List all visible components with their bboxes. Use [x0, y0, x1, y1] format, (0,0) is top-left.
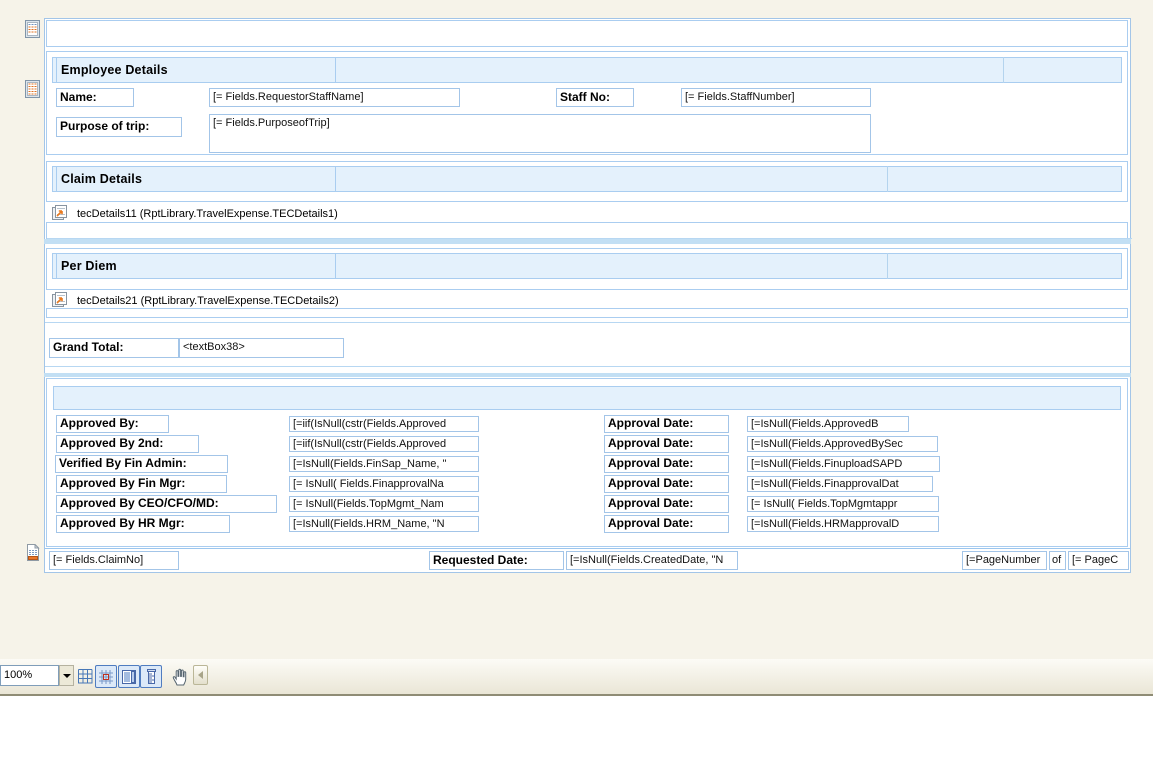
purpose-of-trip-textbox[interactable]: [= Fields.PurposeofTrip] — [209, 114, 871, 153]
report-design-surface: Employee Details Name: [= Fields.Request… — [0, 0, 1153, 659]
approval-date-value[interactable]: [=IsNull(Fields.ApprovedB — [747, 416, 909, 432]
page-footer-section-icon[interactable] — [26, 543, 40, 561]
purpose-of-trip-label[interactable]: Purpose of trip: — [56, 117, 182, 137]
approved-by-2nd-value[interactable]: [=iif(IsNull(cstr(Fields.Approved — [289, 436, 479, 452]
subreport-icon — [52, 292, 69, 308]
claim-subreport-row[interactable]: tecDetails11 (RptLibrary.TravelExpense.T… — [46, 201, 1128, 223]
approval-date-value[interactable]: [=IsNull(Fields.ApprovedBySec — [747, 436, 938, 452]
section-line — [45, 322, 1130, 323]
grand-total-textbox[interactable]: <textBox38> — [179, 338, 344, 358]
zoom-dropdown-button[interactable] — [59, 665, 74, 686]
approval-date-value[interactable]: [=IsNull(Fields.HRMapprovalD — [747, 516, 939, 532]
per-diem-section: Per Diem tecDetails21 (RptLibrary.Travel… — [46, 248, 1128, 318]
approval-date-label[interactable]: Approval Date: — [604, 435, 729, 453]
approved-by-ceo-value[interactable]: [= IsNull(Fields.TopMgmt_Nam — [289, 496, 479, 512]
employee-details-section: Employee Details Name: [= Fields.Request… — [46, 51, 1128, 155]
approved-by-fin-mgr-label[interactable]: Approved By Fin Mgr: — [56, 475, 227, 493]
requested-date-label[interactable]: Requested Date: — [429, 551, 564, 570]
page-header-band[interactable] — [46, 20, 1128, 47]
page-header-section-icon[interactable] — [25, 20, 40, 38]
ruler-icon — [147, 668, 156, 684]
approved-by-hr-mgr-label[interactable]: Approved By HR Mgr: — [56, 515, 230, 533]
per-diem-subreport-caption: tecDetails21 (RptLibrary.TravelExpense.T… — [77, 295, 339, 307]
page-margins-button[interactable] — [118, 665, 140, 688]
report-page: Employee Details Name: [= Fields.Request… — [44, 18, 1132, 573]
approval-section: Approved By: [=iif(IsNull(cstr(Fields.Ap… — [46, 378, 1128, 547]
approval-date-value[interactable]: [=IsNull(Fields.FinuploadSAPD — [747, 456, 940, 472]
employee-details-header[interactable]: Employee Details — [56, 57, 336, 83]
approval-date-value[interactable]: [=IsNull(Fields.FinapprovalDat — [747, 476, 933, 492]
section-separator — [44, 239, 1131, 244]
verified-by-fin-admin-value[interactable]: [=IsNull(Fields.FinSap_Name, " — [289, 456, 479, 472]
name-label[interactable]: Name: — [56, 88, 134, 107]
band-divider — [1003, 57, 1004, 83]
verified-by-fin-admin-label[interactable]: Verified By Fin Admin: — [55, 455, 228, 473]
scroll-left-button[interactable] — [193, 665, 208, 685]
chevron-left-icon — [198, 671, 203, 679]
claim-details-section: Claim Details tecDetails11 (RptLibrary.T… — [46, 161, 1132, 239]
snap-to-grid-icon — [99, 669, 113, 684]
approval-header-band[interactable] — [53, 386, 1121, 410]
page-count-textbox[interactable]: [= PageC — [1068, 551, 1129, 570]
zoom-combobox[interactable]: 100% — [0, 665, 59, 686]
detail-section-icon[interactable] — [25, 80, 40, 98]
designer-toolbar: 100% — [0, 659, 1153, 696]
approval-date-label[interactable]: Approval Date: — [604, 415, 729, 433]
claim-no-textbox[interactable]: [= Fields.ClaimNo] — [49, 551, 179, 570]
chevron-down-icon — [62, 673, 71, 678]
page-number-textbox[interactable]: [=PageNumber — [962, 551, 1047, 570]
per-diem-subreport-row[interactable]: tecDetails21 (RptLibrary.TravelExpense.T… — [46, 289, 1128, 309]
component-tray: TravelExpensesqlDataSource1 tecDetails11… — [0, 698, 1153, 778]
grand-total-label[interactable]: Grand Total: — [49, 338, 179, 358]
staff-no-label[interactable]: Staff No: — [556, 88, 634, 107]
approved-by-label[interactable]: Approved By: — [56, 415, 169, 433]
claim-details-header[interactable]: Claim Details — [56, 166, 336, 192]
per-diem-header[interactable]: Per Diem — [56, 253, 336, 279]
band-divider — [887, 166, 888, 192]
approved-by-fin-mgr-value[interactable]: [= IsNull( Fields.FinapprovalNa — [289, 476, 479, 492]
approved-by-2nd-label[interactable]: Approved By 2nd: — [56, 435, 199, 453]
approval-date-label[interactable]: Approval Date: — [604, 515, 729, 533]
section-separator — [44, 373, 1131, 377]
approved-by-ceo-label[interactable]: Approved By CEO/CFO/MD: — [56, 495, 277, 513]
pan-hand-icon[interactable] — [170, 667, 189, 687]
approval-date-label[interactable]: Approval Date: — [604, 475, 729, 493]
ruler-button[interactable] — [140, 665, 162, 688]
approval-date-label[interactable]: Approval Date: — [604, 495, 729, 513]
footer-top-line — [45, 548, 1130, 549]
page-margins-icon — [122, 669, 136, 684]
grid-icon[interactable] — [77, 668, 94, 685]
snap-to-grid-button[interactable] — [95, 665, 117, 688]
approval-date-label[interactable]: Approval Date: — [604, 455, 729, 473]
subreport-icon — [52, 205, 69, 221]
section-line — [45, 366, 1130, 367]
approval-date-value[interactable]: [= IsNull( Fields.TopMgmtappr — [747, 496, 939, 512]
staff-no-value-textbox[interactable]: [= Fields.StaffNumber] — [681, 88, 871, 107]
of-label: of — [1049, 551, 1066, 570]
approved-by-value[interactable]: [=iif(IsNull(cstr(Fields.Approved — [289, 416, 479, 432]
claim-subreport-caption: tecDetails11 (RptLibrary.TravelExpense.T… — [77, 208, 338, 220]
band-divider — [887, 253, 888, 279]
requested-date-value[interactable]: [=IsNull(Fields.CreatedDate, "N — [566, 551, 738, 570]
name-value-textbox[interactable]: [= Fields.RequestorStaffName] — [209, 88, 460, 107]
approved-by-hr-mgr-value[interactable]: [=IsNull(Fields.HRM_Name, "N — [289, 516, 479, 532]
